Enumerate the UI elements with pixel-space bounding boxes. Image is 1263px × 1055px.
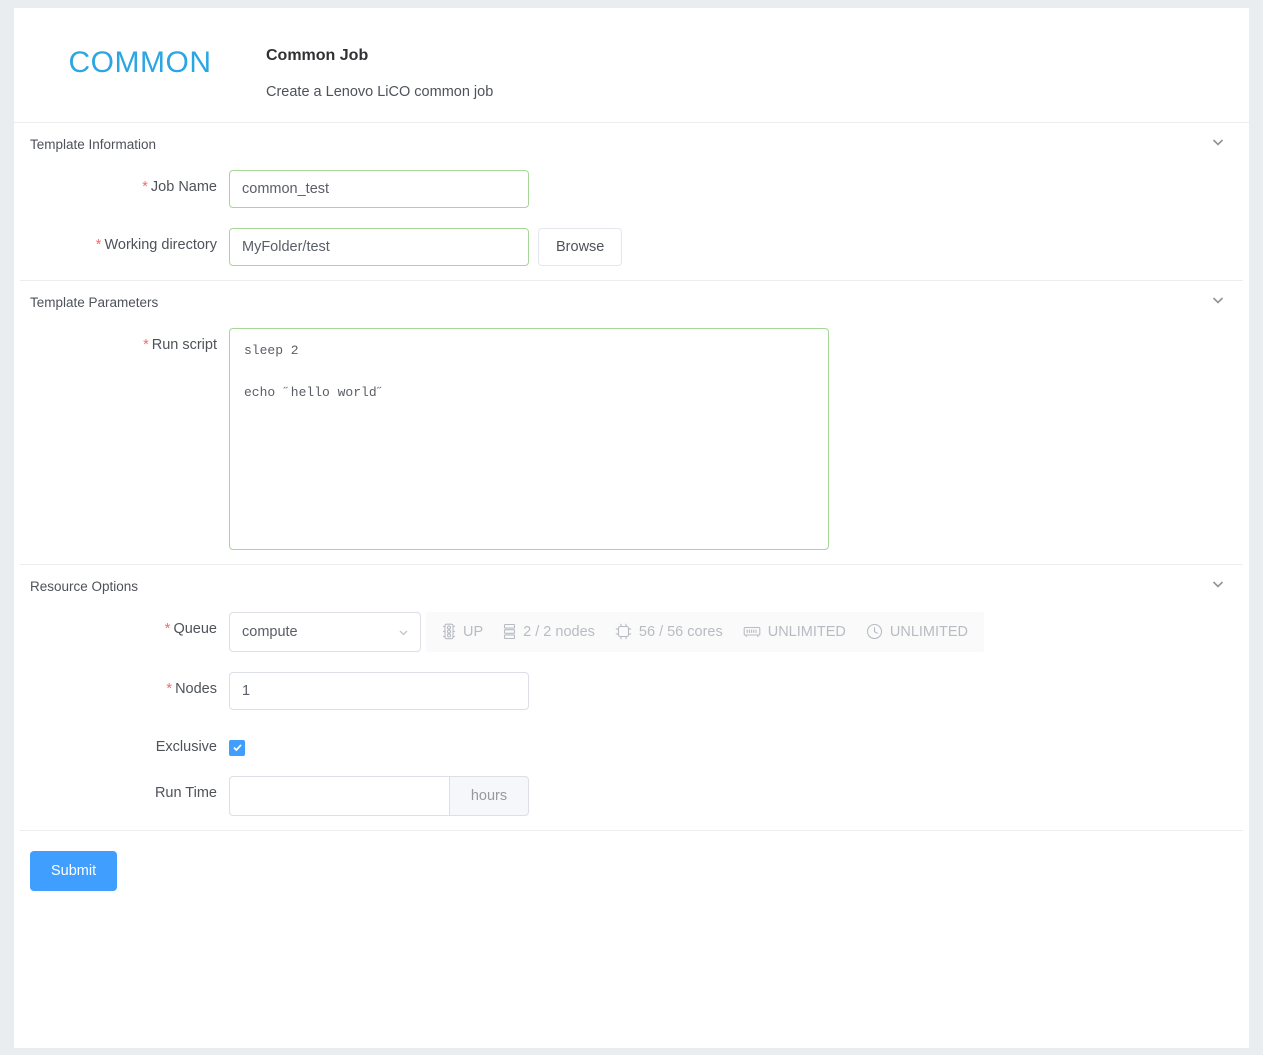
queue-badge-time: UNLIMITED bbox=[866, 623, 968, 640]
section-body-resource-options: * Queue compute UP 2 / 2 nodes 56 / 56 c… bbox=[14, 596, 1249, 830]
logo-text: COMMON bbox=[68, 46, 212, 79]
browse-button[interactable]: Browse bbox=[538, 227, 623, 266]
queue-label-text: Queue bbox=[173, 620, 217, 637]
clock-icon bbox=[866, 623, 883, 640]
section-body-template-parameters: * Run script sleep 2 echo ˝hello world˝ bbox=[14, 312, 1249, 564]
queue-badge-memory: UNLIMITED bbox=[743, 624, 846, 640]
queue-badge-cores: 56 / 56 cores bbox=[615, 623, 723, 640]
nodes-label: * Nodes bbox=[14, 672, 229, 698]
field-row-nodes: * Nodes 1 bbox=[14, 671, 1249, 710]
working-directory-label-text: Working directory bbox=[104, 236, 217, 253]
page-subtitle: Create a Lenovo LiCO common job bbox=[266, 83, 494, 100]
field-row-run-script: * Run script sleep 2 echo ˝hello world˝ bbox=[14, 327, 1249, 550]
working-directory-field-wrap: MyFolder/test Browse bbox=[229, 227, 623, 266]
required-asterisk: * bbox=[142, 178, 148, 195]
memory-module-icon bbox=[743, 625, 761, 639]
nodes-stack-icon bbox=[503, 623, 516, 640]
chevron-down-icon[interactable] bbox=[1209, 291, 1227, 309]
working-directory-input[interactable]: MyFolder/test bbox=[229, 227, 529, 266]
template-logo: COMMON bbox=[14, 34, 266, 78]
run-script-field-wrap: sleep 2 echo ˝hello world˝ bbox=[229, 327, 829, 550]
queue-badge-nodes: 2 / 2 nodes bbox=[503, 623, 595, 640]
field-row-run-time: Run Time hours bbox=[14, 776, 1249, 817]
nodes-input[interactable]: 1 bbox=[229, 671, 529, 710]
field-row-queue: * Queue compute UP 2 / 2 nodes 56 / 56 c… bbox=[14, 611, 1249, 652]
required-asterisk: * bbox=[143, 336, 149, 353]
nodes-field-wrap: 1 bbox=[229, 671, 529, 710]
queue-status-badges: UP 2 / 2 nodes 56 / 56 cores UNLIMITED U… bbox=[426, 611, 985, 652]
queue-select[interactable]: compute bbox=[229, 611, 421, 652]
nodes-label-text: Nodes bbox=[175, 680, 217, 697]
field-row-job-name: * Job Name common_test bbox=[14, 169, 1249, 208]
check-icon bbox=[232, 744, 242, 752]
queue-badge-state: UP bbox=[442, 623, 483, 640]
required-asterisk: * bbox=[166, 680, 173, 697]
queue-badge-nodes-text: 2 / 2 nodes bbox=[523, 623, 595, 640]
section-header-template-information[interactable]: Template Information bbox=[14, 123, 1249, 154]
header-text-block: Common Job Create a Lenovo LiCO common j… bbox=[266, 34, 493, 102]
queue-badge-cores-text: 56 / 56 cores bbox=[638, 623, 723, 640]
run-time-field-wrap: hours bbox=[229, 776, 529, 817]
exclusive-checkbox[interactable] bbox=[229, 739, 245, 756]
run-time-input-group: hours bbox=[229, 776, 529, 817]
chevron-down-icon[interactable] bbox=[396, 625, 411, 644]
job-template-card: COMMON Common Job Create a Lenovo LiCO c… bbox=[14, 8, 1249, 1048]
page-header: COMMON Common Job Create a Lenovo LiCO c… bbox=[14, 8, 1249, 123]
queue-label: * Queue bbox=[14, 612, 229, 638]
run-time-label: Run Time bbox=[154, 785, 217, 802]
section-header-template-parameters[interactable]: Template Parameters bbox=[14, 281, 1249, 312]
page-title: Common Job bbox=[266, 47, 369, 64]
chevron-down-icon[interactable] bbox=[1209, 575, 1227, 593]
exclusive-field-wrap bbox=[229, 730, 245, 756]
working-directory-label: * Working directory bbox=[14, 228, 229, 254]
run-time-input[interactable] bbox=[229, 776, 449, 817]
form-footer: Submit bbox=[14, 831, 1249, 892]
run-script-textarea[interactable]: sleep 2 echo ˝hello world˝ bbox=[229, 327, 829, 550]
queue-field-wrap: compute UP 2 / 2 nodes 56 / 56 cores UNL… bbox=[229, 611, 985, 652]
run-script-label: * Run script bbox=[14, 328, 229, 354]
section-title-resource-options: Resource Options bbox=[30, 578, 139, 594]
queue-selected-value: compute bbox=[242, 623, 298, 640]
traffic-light-icon bbox=[442, 623, 456, 640]
run-script-label-text: Run script bbox=[151, 336, 217, 353]
section-header-resource-options[interactable]: Resource Options bbox=[14, 565, 1249, 596]
queue-badge-memory-text: UNLIMITED bbox=[767, 623, 846, 640]
job-name-input[interactable]: common_test bbox=[229, 169, 529, 208]
run-time-unit-addon: hours bbox=[449, 776, 529, 817]
queue-badge-state-text: UP bbox=[463, 623, 484, 640]
submit-button[interactable]: Submit bbox=[30, 851, 118, 892]
cpu-chip-icon bbox=[615, 623, 632, 640]
section-body-template-information: * Job Name common_test * Working directory… bbox=[14, 154, 1249, 280]
required-asterisk: * bbox=[164, 620, 171, 637]
section-title-template-information: Template Information bbox=[30, 136, 157, 152]
chevron-down-icon[interactable] bbox=[1209, 133, 1227, 151]
field-row-working-directory: * Working directory MyFolder/test Browse bbox=[14, 227, 1249, 266]
job-name-label: * Job Name bbox=[14, 170, 229, 196]
job-name-field-wrap: common_test bbox=[229, 169, 529, 208]
section-title-template-parameters: Template Parameters bbox=[30, 294, 159, 310]
job-name-label-text: Job Name bbox=[150, 178, 217, 195]
field-row-exclusive: Exclusive bbox=[14, 730, 1249, 756]
required-asterisk: * bbox=[95, 236, 102, 253]
exclusive-label: Exclusive bbox=[155, 738, 217, 755]
queue-badge-time-text: UNLIMITED bbox=[889, 623, 969, 640]
